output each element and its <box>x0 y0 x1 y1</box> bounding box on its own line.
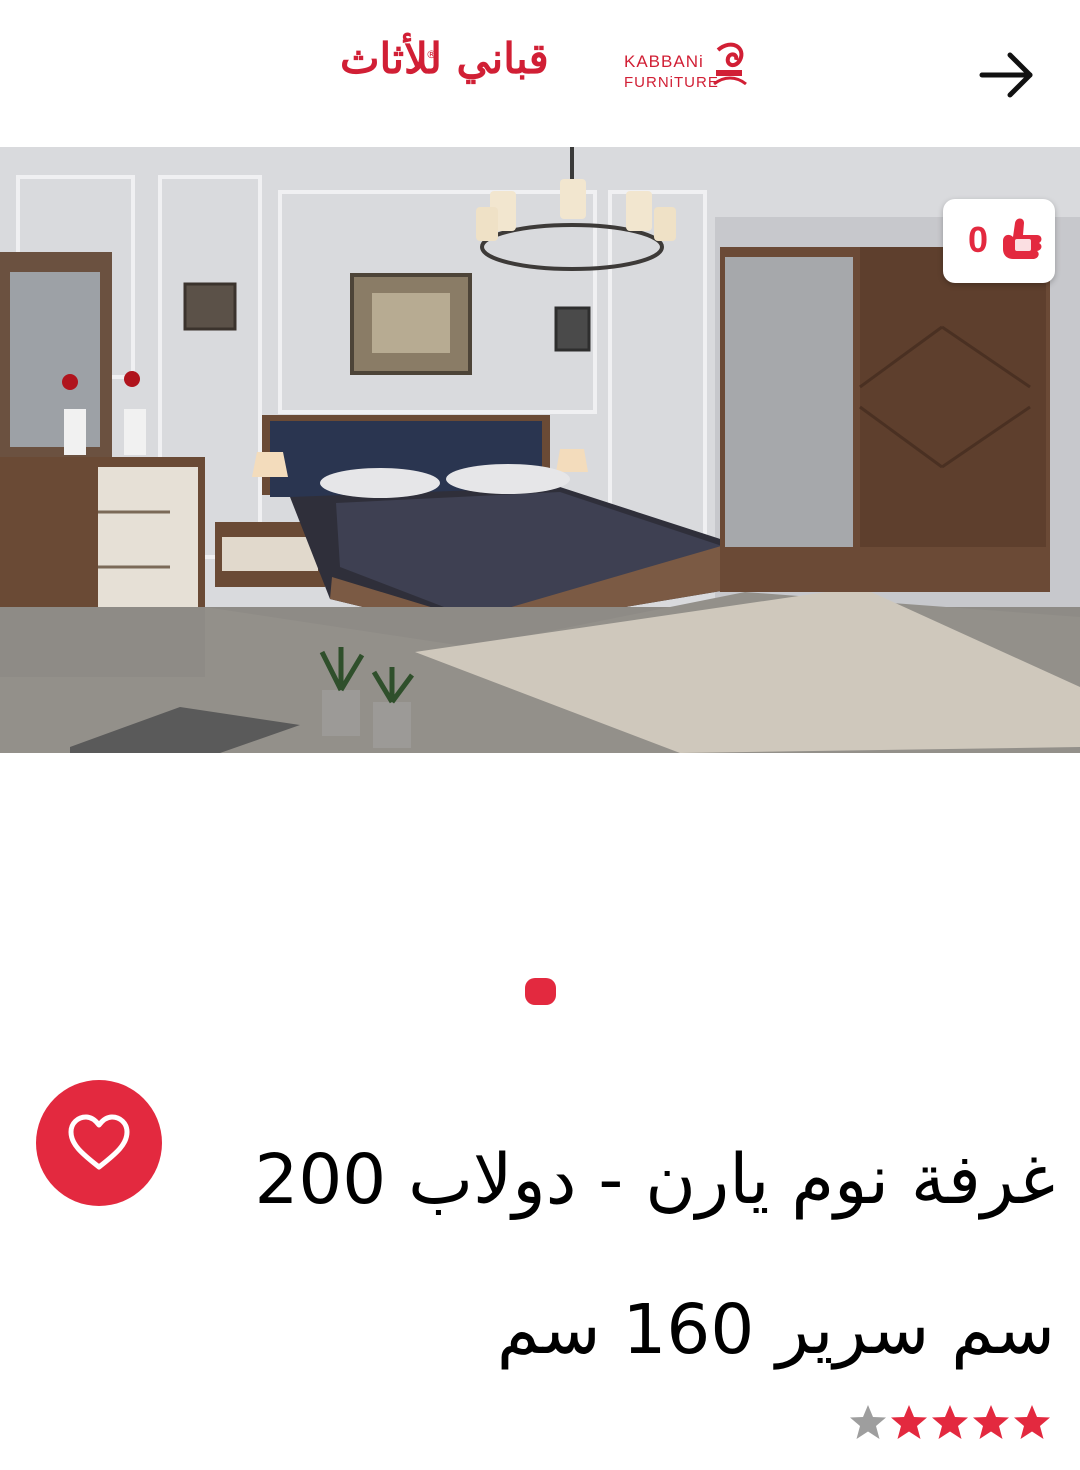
logo-registered-mark: ® <box>426 48 437 61</box>
product-image-carousel[interactable] <box>0 147 1080 753</box>
back-button[interactable] <box>972 40 1042 110</box>
logo-arabic-text: قباني للأثاث <box>340 34 549 83</box>
star-filled-icon <box>932 1405 968 1439</box>
star-empty-icon <box>850 1405 886 1439</box>
kabbani-logo: قباني للأثاث ® KABBANi FURNiTURE <box>330 30 750 110</box>
app-header: قباني للأثاث ® KABBANi FURNiTURE <box>0 0 1080 147</box>
star-filled-icon <box>973 1405 1009 1439</box>
cart-badge-button[interactable]: 0 <box>943 199 1055 283</box>
product-title: غرفة نوم يارن - دولاب 200 سم سرير 160 سم <box>254 1140 1055 1370</box>
logo-english-line1: KABBANi <box>624 52 704 71</box>
product-rating <box>846 1402 1052 1442</box>
star-filled-icon <box>1014 1405 1050 1439</box>
thumbs-up-cart-icon <box>1003 218 1042 259</box>
bedroom-set-photo <box>0 147 1080 753</box>
logo-sofa-mark-icon <box>713 42 747 86</box>
arrow-right-icon <box>979 52 1033 98</box>
favorite-button[interactable] <box>36 1080 162 1206</box>
heart-icon <box>68 1114 130 1170</box>
cart-count: 0 <box>955 213 1001 267</box>
logo-english-line2: FURNiTURE <box>624 74 719 91</box>
carousel-page-indicator-active[interactable] <box>525 978 556 1005</box>
star-filled-icon <box>891 1405 927 1439</box>
